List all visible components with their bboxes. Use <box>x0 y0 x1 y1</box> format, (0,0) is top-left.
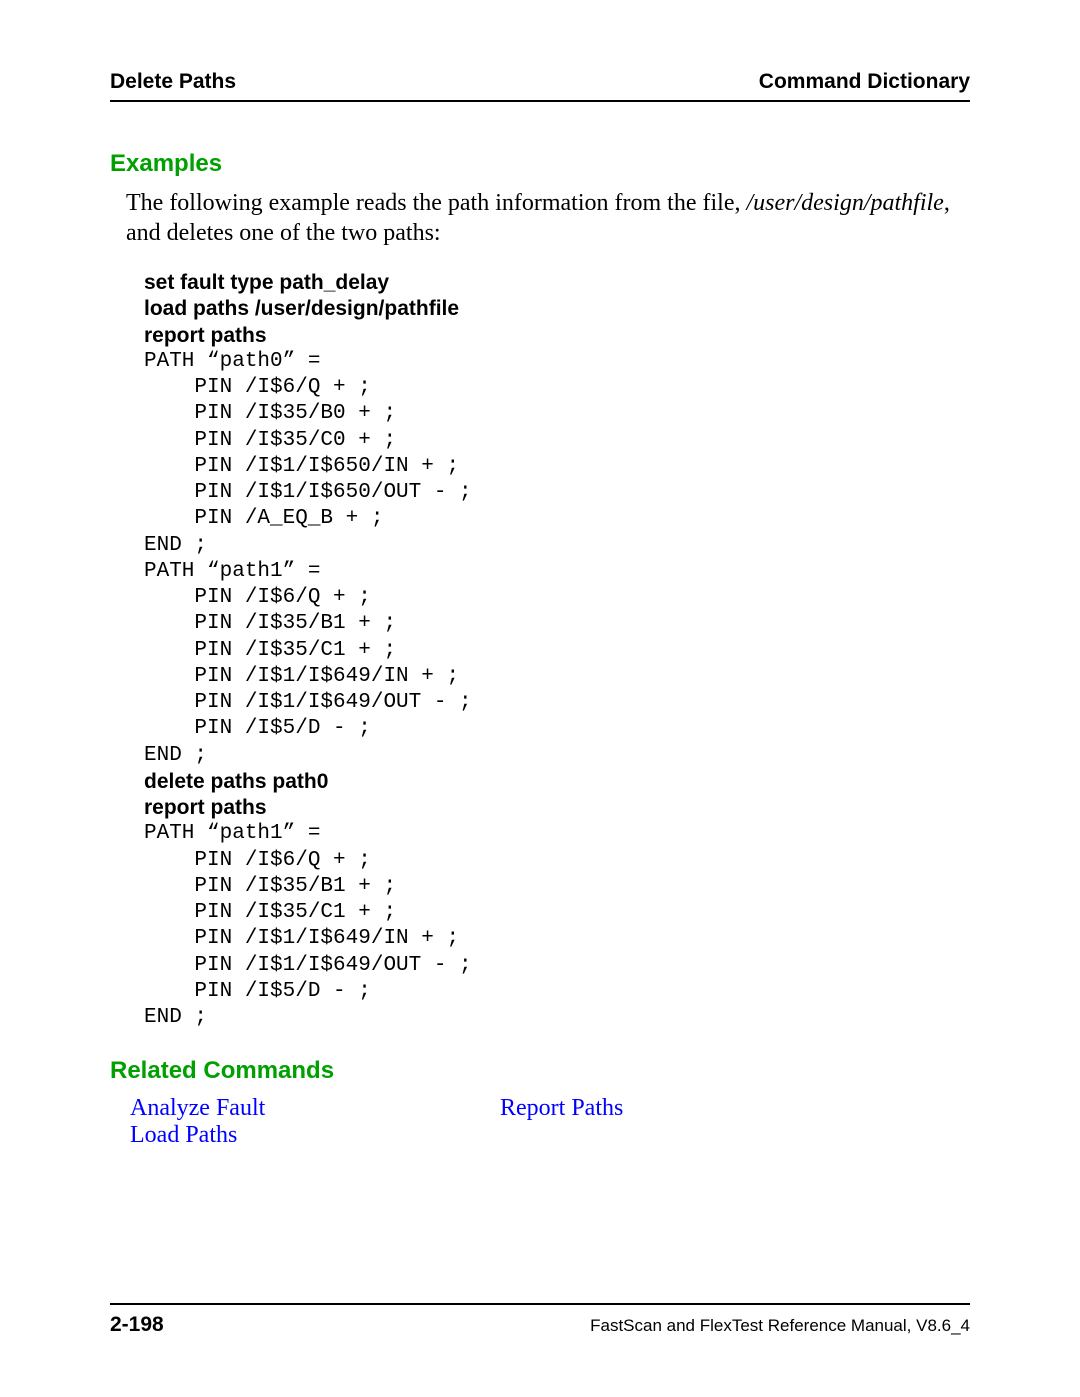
code-line: PIN /I$35/B1 + ; <box>144 874 970 900</box>
page: Delete Paths Command Dictionary Examples… <box>0 0 1080 1397</box>
code-line: PIN /I$35/C1 + ; <box>144 900 970 926</box>
code-line: report paths <box>144 795 970 821</box>
code-line: PIN /I$1/I$650/OUT - ; <box>144 480 970 506</box>
code-line: PIN /I$6/Q + ; <box>144 375 970 401</box>
code-line: set fault type path_delay <box>144 270 970 296</box>
code-line: PIN /I$1/I$649/IN + ; <box>144 664 970 690</box>
related-link[interactable]: Report Paths <box>500 1095 623 1122</box>
code-line: PIN /I$1/I$650/IN + ; <box>144 454 970 480</box>
code-line: delete paths path0 <box>144 769 970 795</box>
code-line: PIN /I$5/D - ; <box>144 716 970 742</box>
code-line: PATH “path1” = <box>144 559 970 585</box>
code-line: report paths <box>144 323 970 349</box>
related-link[interactable]: Analyze Fault <box>130 1095 500 1122</box>
code-line: PIN /I$1/I$649/IN + ; <box>144 926 970 952</box>
intro-text-1: The following example reads the path inf… <box>126 190 746 216</box>
code-line: load paths /user/design/pathfile <box>144 296 970 322</box>
related-heading: Related Commands <box>110 1057 970 1085</box>
example-code-block: set fault type path_delayload paths /use… <box>144 270 970 1031</box>
related-col-left: Analyze FaultLoad Paths <box>130 1095 500 1149</box>
code-line: END ; <box>144 743 970 769</box>
header-right: Command Dictionary <box>759 70 970 94</box>
page-header: Delete Paths Command Dictionary <box>110 70 970 102</box>
code-line: PATH “path0” = <box>144 349 970 375</box>
code-line: PIN /I$35/B1 + ; <box>144 611 970 637</box>
related-commands: Analyze FaultLoad Paths Report Paths <box>130 1095 970 1149</box>
related-col-right: Report Paths <box>500 1095 623 1149</box>
intro-italic: /user/design/pathfile <box>746 190 943 216</box>
code-line: PIN /I$35/C1 + ; <box>144 638 970 664</box>
code-line: PIN /I$5/D - ; <box>144 979 970 1005</box>
code-line: PIN /I$1/I$649/OUT - ; <box>144 690 970 716</box>
code-line: END ; <box>144 533 970 559</box>
examples-intro: The following example reads the path inf… <box>126 188 970 248</box>
code-line: PIN /I$1/I$649/OUT - ; <box>144 953 970 979</box>
code-line: PIN /I$6/Q + ; <box>144 585 970 611</box>
examples-heading: Examples <box>110 150 970 178</box>
code-line: PIN /I$35/B0 + ; <box>144 401 970 427</box>
footer-doc-title: FastScan and FlexTest Reference Manual, … <box>590 1316 970 1336</box>
code-line: PIN /A_EQ_B + ; <box>144 506 970 532</box>
code-line: PATH “path1” = <box>144 821 970 847</box>
code-line: PIN /I$35/C0 + ; <box>144 428 970 454</box>
code-line: END ; <box>144 1005 970 1031</box>
page-footer: 2-198 FastScan and FlexTest Reference Ma… <box>110 1303 970 1337</box>
header-left: Delete Paths <box>110 70 236 94</box>
footer-page-number: 2-198 <box>110 1313 164 1337</box>
code-line: PIN /I$6/Q + ; <box>144 848 970 874</box>
related-link[interactable]: Load Paths <box>130 1122 500 1149</box>
